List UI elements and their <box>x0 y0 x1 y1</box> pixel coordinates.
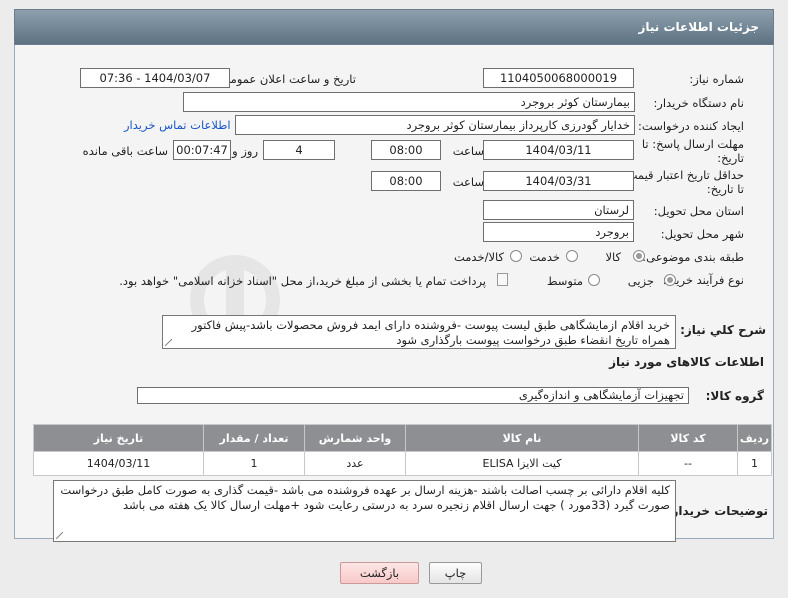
buyer-notes-textarea[interactable]: کلیه اقلام دارائی بر چسب اصالت باشند -هز… <box>53 480 676 542</box>
time-remaining-field: 00:07:47 <box>173 140 231 160</box>
purchase-minor-radio[interactable] <box>664 274 676 286</box>
category-service-radio[interactable] <box>566 250 578 262</box>
col-date-header: تاریخ نیاز <box>33 424 204 452</box>
reply-time-field: 08:00 <box>371 140 441 160</box>
city-field: بروجرد <box>483 222 634 242</box>
requester-label: ایجاد کننده درخواست: <box>638 119 744 133</box>
buyer-org-label: نام دستگاه خریدار: <box>653 96 744 110</box>
cell-row: 1 <box>737 451 772 476</box>
page-title: جزئیات اطلاعات نیاز <box>638 20 759 34</box>
col-name-header: نام کالا <box>405 424 639 452</box>
category-label: طبقه بندی موضوعی: <box>642 250 744 264</box>
back-button[interactable]: بازگشت <box>340 562 419 584</box>
print-button[interactable]: چاپ <box>429 562 482 584</box>
cell-qty: 1 <box>203 451 305 476</box>
need-number-field: 1104050068000019 <box>483 68 634 88</box>
announce-label: تاریخ و ساعت اعلان عمومی: <box>217 72 356 86</box>
col-code-header: کد کالا <box>638 424 738 452</box>
category-both-label: کالا/خدمت <box>453 250 504 264</box>
goods-group-label: گروه کالا: <box>705 389 764 403</box>
category-goods-radio[interactable] <box>633 250 645 262</box>
description-label: شرح كلي نياز: <box>680 323 766 337</box>
col-unit-header: واحد شمارش <box>304 424 406 452</box>
price-validity-time-field: 08:00 <box>371 171 441 191</box>
purchase-medium-radio[interactable] <box>588 274 600 286</box>
resize-grip-icon[interactable] <box>56 532 63 539</box>
purchase-minor-label: جزیی <box>627 274 654 288</box>
panel-header: جزئیات اطلاعات نیاز <box>14 9 774 45</box>
time-remaining-label: ساعت باقی مانده <box>82 144 168 158</box>
table-row: 1 -- کیت الایزا ELISA عدد 1 1404/03/11 <box>33 451 772 476</box>
province-field: لرستان <box>483 200 634 220</box>
category-goods-label: کالا <box>605 250 621 264</box>
announce-field: 1404/03/07 - 07:36 <box>80 68 230 88</box>
requester-field: خدایار گودرزی کارپرداز بیمارستان کوثر بر… <box>235 115 635 135</box>
reply-deadline-label-2: تاریخ: <box>717 151 744 165</box>
purchase-medium-label: متوسط <box>546 274 583 288</box>
buyer-notes-label: توضیحات خریدار: <box>666 504 768 518</box>
treasury-checkbox[interactable] <box>497 273 508 286</box>
days-remaining-field: 4 <box>263 140 335 160</box>
treasury-note: پرداخت تمام یا بخشی از مبلغ خرید،از محل … <box>119 274 486 288</box>
city-label: شهر محل تحویل: <box>660 227 744 241</box>
goods-group-field: تجهیزات آزمایشگاهی و اندازه‌گیری <box>137 387 689 404</box>
cell-name: کیت الایزا ELISA <box>405 451 639 476</box>
reply-time-label: ساعت <box>452 144 484 158</box>
need-number-label: شماره نیاز: <box>689 72 744 86</box>
goods-section-title: اطلاعات کالاهای مورد نیاز <box>609 355 764 369</box>
description-text: خرید اقلام ازمایشگاهی طبق لیست پیوست -فر… <box>191 318 670 347</box>
province-label: استان محل تحویل: <box>653 204 744 218</box>
resize-grip-icon[interactable] <box>165 339 172 346</box>
price-validity-label: حداقل تاریخ اعتبار قیمت: <box>622 168 744 182</box>
category-service-label: خدمت <box>529 250 560 264</box>
cell-code: -- <box>638 451 738 476</box>
price-validity-label-2: تا تاریخ: <box>706 182 744 196</box>
price-validity-date-field: 1404/03/31 <box>483 171 634 191</box>
days-label: روز و <box>232 144 258 158</box>
buyer-contact-link[interactable]: اطلاعات تماس خریدار <box>124 118 231 132</box>
description-textarea[interactable]: خرید اقلام ازمایشگاهی طبق لیست پیوست -فر… <box>162 315 676 349</box>
col-row-header: ردیف <box>737 424 772 452</box>
reply-deadline-label: مهلت ارسال پاسخ: تا <box>641 137 744 151</box>
cell-unit: عدد <box>304 451 406 476</box>
buyer-org-field: بیمارستان کوثر بروجرد <box>183 92 635 112</box>
category-both-radio[interactable] <box>510 250 522 262</box>
cell-date: 1404/03/11 <box>33 451 204 476</box>
goods-table: ردیف کد کالا نام کالا واحد شمارش تعداد /… <box>33 424 772 476</box>
price-validity-time-label: ساعت <box>452 175 484 189</box>
reply-date-field: 1404/03/11 <box>483 140 634 160</box>
col-qty-header: تعداد / مقدار <box>203 424 305 452</box>
buyer-notes-text: کلیه اقلام دارائی بر چسب اصالت باشند -هز… <box>60 483 670 512</box>
table-header-row: ردیف کد کالا نام کالا واحد شمارش تعداد /… <box>33 424 772 452</box>
